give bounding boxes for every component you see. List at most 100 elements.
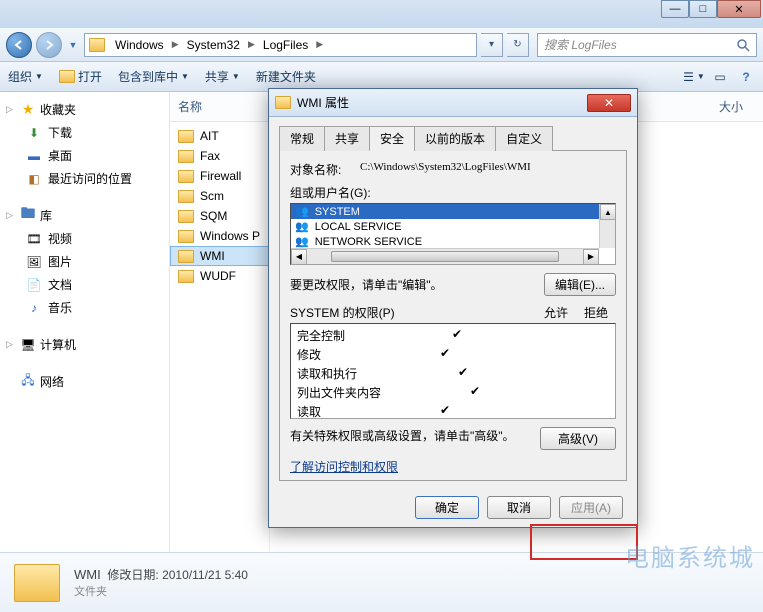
listbox-scrollbar-vertical[interactable]: ▲ [599,204,615,248]
column-header-name[interactable]: 名称 [170,92,269,122]
permission-name: 完全控制 [297,327,345,344]
user-item-local-service[interactable]: 👥LOCAL SERVICE [291,219,615,234]
file-name: SQM [200,209,227,223]
address-dropdown[interactable]: ▾ [481,33,503,57]
tab-security[interactable]: 安全 [369,126,415,151]
deny-check [569,365,609,382]
dialog-footer: 确定 取消 应用(A) [415,496,623,519]
forward-button[interactable] [36,32,62,58]
libraries-header[interactable]: ▷🖿库 [4,204,165,227]
open-folder-icon [59,69,75,85]
tab-custom[interactable]: 自定义 [495,126,553,151]
learn-access-control-link[interactable]: 了解访问控制和权限 [290,460,398,474]
dialog-close-button[interactable]: ✕ [587,94,631,112]
scroll-up-button[interactable]: ▲ [600,204,616,220]
folder-icon [178,150,194,163]
breadcrumb[interactable]: LogFiles [259,38,312,52]
dialog-titlebar[interactable]: WMI 属性 ✕ [269,89,637,117]
details-file-type: 文件夹 [74,583,248,599]
details-mod-label: 修改日期: [107,568,158,582]
file-row[interactable]: Windows P [170,226,269,246]
network-icon: 🖧 [20,374,36,390]
listbox-scrollbar-horizontal[interactable]: ◀ ▶ [291,248,599,264]
computer-header[interactable]: ▷🖥计算机 [4,333,165,356]
allow-check-icon: ✔ [425,403,465,419]
share-menu[interactable]: 共享 ▼ [205,68,240,85]
scroll-thumb[interactable] [331,251,559,262]
sidebar-item-downloads[interactable]: ⬇下载 [4,121,165,144]
allow-check-icon: ✔ [437,327,477,344]
details-file-name: WMI [74,567,101,582]
file-row[interactable]: WMI [170,246,269,266]
sidebar-item-desktop[interactable]: ▬桌面 [4,144,165,167]
scroll-right-button[interactable]: ▶ [583,249,599,265]
tab-general[interactable]: 常规 [279,126,325,151]
apply-button[interactable]: 应用(A) [559,496,623,519]
maximize-button[interactable]: □ [689,0,717,18]
view-options-button[interactable]: ☰ ▼ [685,69,703,85]
file-row[interactable]: Scm [170,186,269,206]
open-button[interactable]: 打开 [59,68,102,85]
sidebar-item-videos[interactable]: 🎞视频 [4,227,165,250]
refresh-button[interactable]: ↻ [507,33,529,57]
edit-hint: 要更改权限，请单击"编辑"。 [290,276,443,293]
library-icon: 🖿 [20,208,36,224]
security-pane: 对象名称: C:\Windows\System32\LogFiles\WMI 组… [279,151,627,481]
file-row[interactable]: SQM [170,206,269,226]
permission-name: 修改 [297,346,321,363]
sidebar-item-recent[interactable]: ◧最近访问的位置 [4,167,165,190]
network-header[interactable]: 🖧网络 [4,370,165,393]
back-button[interactable] [6,32,32,58]
permissions-listbox[interactable]: 完全控制✔修改✔读取和执行✔列出文件夹内容✔读取✔写入✔ [290,323,616,419]
tab-previous[interactable]: 以前的版本 [414,126,496,151]
desktop-icon: ▬ [26,148,42,164]
permission-row: 读取和执行✔ [297,364,609,383]
permission-row: 修改 ✔ [297,345,609,364]
cancel-button[interactable]: 取消 [487,496,551,519]
properties-dialog: WMI 属性 ✕ 常规 共享 安全 以前的版本 自定义 对象名称: C:\Win… [268,88,638,528]
breadcrumb[interactable]: Windows [111,38,168,52]
window-titlebar: — □ ✕ [0,0,763,28]
ok-button[interactable]: 确定 [415,496,479,519]
file-row[interactable]: Fax [170,146,269,166]
details-pane: WMI 修改日期: 2010/11/21 5:40 文件夹 [0,552,763,612]
advanced-button[interactable]: 高级(V) [540,427,616,450]
user-listbox[interactable]: 👥SYSTEM 👥LOCAL SERVICE 👥NETWORK SERVICE … [290,203,616,265]
breadcrumb[interactable]: System32 [183,38,244,52]
favorites-header[interactable]: ▷★收藏夹 [4,98,165,121]
organize-menu[interactable]: 组织 ▼ [8,68,43,85]
sidebar-item-pictures[interactable]: 🖼图片 [4,250,165,273]
folder-icon [275,96,291,109]
scroll-left-button[interactable]: ◀ [291,249,307,265]
allow-check-icon: ✔ [425,346,465,363]
address-bar[interactable]: Windows▶ System32▶ LogFiles▶ [84,33,477,57]
folder-icon [178,230,194,243]
user-item-network-service[interactable]: 👥NETWORK SERVICE [291,234,615,249]
file-row[interactable]: WUDF [170,266,269,286]
file-row[interactable]: AIT [170,126,269,146]
sidebar-item-documents[interactable]: 📄文档 [4,273,165,296]
preview-pane-button[interactable]: ▭ [711,69,729,85]
history-dropdown[interactable]: ▼ [66,34,80,56]
permission-row: 完全控制 ✔ [297,326,609,345]
sidebar-item-music[interactable]: ♪音乐 [4,296,165,319]
file-name: Windows P [200,229,260,243]
perm-allow-header: 允许 [536,304,576,321]
allow-check-icon: ✔ [443,365,483,382]
minimize-button[interactable]: — [661,0,689,18]
search-input[interactable]: 搜索 LogFiles [537,33,757,57]
tab-sharing[interactable]: 共享 [324,126,370,151]
user-item-system[interactable]: 👥SYSTEM [291,204,615,219]
download-icon: ⬇ [26,125,42,141]
file-name: WUDF [200,269,236,283]
file-row[interactable]: Firewall [170,166,269,186]
allow-check-icon: ✔ [455,384,495,401]
new-folder-button[interactable]: 新建文件夹 [256,68,316,85]
users-icon: 👥 [295,235,309,248]
help-button[interactable]: ? [737,69,755,85]
document-icon: 📄 [26,277,42,293]
include-library-menu[interactable]: 包含到库中 ▼ [118,68,189,85]
file-name: WMI [200,249,225,263]
close-button[interactable]: ✕ [717,0,761,18]
edit-permissions-button[interactable]: 编辑(E)... [544,273,616,296]
